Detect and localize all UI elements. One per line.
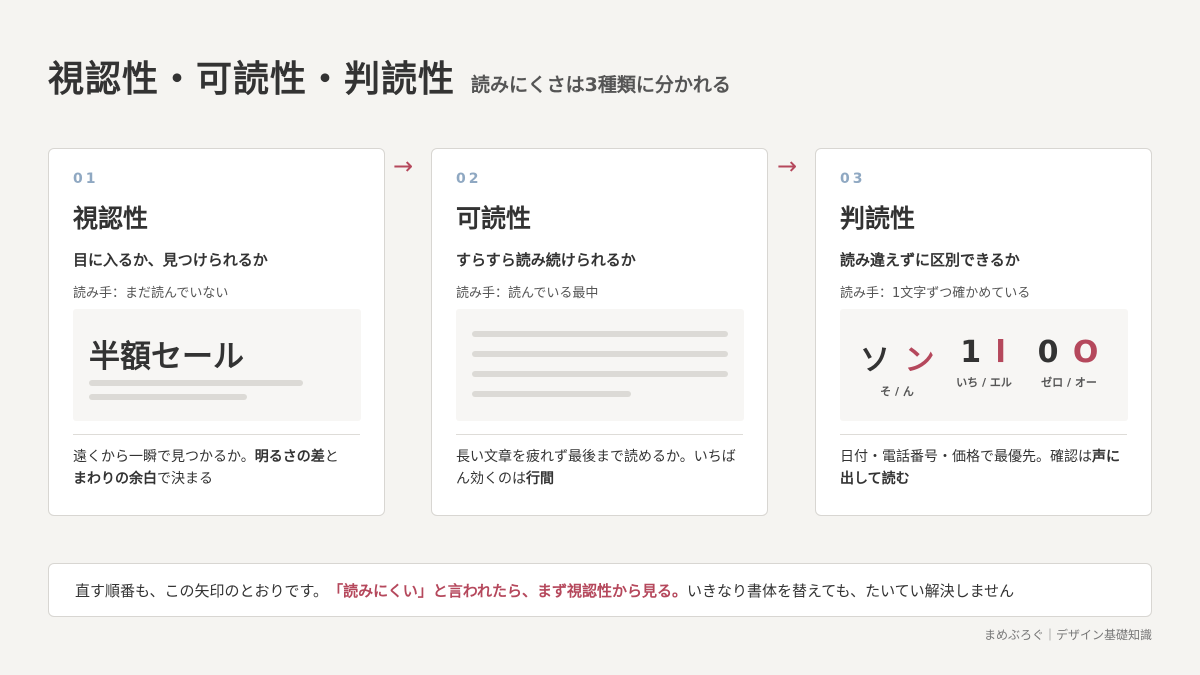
card-description: 長い文章を疲れず最後まで読めるか。いちばん効くのは行間 — [456, 449, 736, 487]
sale-text: 半額セール — [89, 339, 244, 375]
card-tagline: 目に入るか、見つけられるか — [73, 251, 268, 269]
card-description: 日付・電話番号・価格で最優先。確認は声に出して読む — [840, 449, 1120, 487]
card-description: 遠くから一瞬で見つかるか。明るさの差と まわりの余白で決まる — [73, 449, 339, 487]
glyph-pair: 0 O ゼロ / オー — [1037, 335, 1101, 389]
note-post: いきなり書体を替えても、たいてい解決しません — [687, 581, 1015, 600]
text-placeholder-bar — [89, 394, 247, 400]
card-visibility: 01 視認性 目に入るか、見つけられるか 読み手：まだ読んでいない 半額セール … — [48, 148, 385, 516]
card-tagline: 読み違えずに区別できるか — [840, 251, 1020, 269]
card-title: 可読性 — [456, 204, 532, 233]
card-title: 判読性 — [840, 204, 916, 233]
card-reader: 読み手：1文字ずつ確かめている — [840, 286, 1031, 301]
text-line-bar — [472, 391, 631, 397]
page-subtitle: 読みにくさは3種類に分かれる — [471, 74, 731, 96]
text-line-bar — [472, 331, 728, 337]
divider — [73, 434, 360, 435]
card-title: 視認性 — [73, 204, 149, 233]
note-box: 直す順番も、この矢印のとおりです。 「読みにくい」と言われたら、まず視認性から見る… — [48, 563, 1152, 617]
header: 視認性・可読性・判読性 読みにくさは3種類に分かれる — [48, 50, 731, 102]
arrow-right-icon: → — [393, 152, 414, 180]
card-tagline: すらすら読み続けられるか — [456, 251, 636, 269]
note-emphasis: 「読みにくい」と言われたら、まず視認性から見る。 — [328, 581, 688, 600]
text-line-bar — [472, 351, 728, 357]
card-legibility: 03 判読性 読み違えずに区別できるか 読み手：1文字ずつ確かめている ソ ン … — [815, 148, 1152, 516]
page-title: 視認性・可読性・判読性 — [48, 59, 456, 100]
note-pre: 直す順番も、この矢印のとおりです。 — [75, 581, 329, 600]
footer-credit: まめぶろぐ｜デザイン基礎知識 — [983, 628, 1152, 642]
card-reader: 読み手：まだ読んでいない — [73, 286, 229, 301]
glyph-pair: 1 l いち / エル — [956, 335, 1012, 389]
card-number: 01 — [73, 171, 99, 187]
card-reader: 読み手：読んでいる最中 — [456, 286, 599, 301]
card-number: 03 — [840, 171, 866, 187]
divider — [456, 434, 743, 435]
legibility-demo: ソ ン そ / ん 1 l いち / エル 0 O ゼロ / オー — [840, 309, 1128, 421]
divider — [840, 434, 1127, 435]
text-line-bar — [472, 371, 728, 377]
arrow-right-icon: → — [777, 152, 798, 180]
visibility-demo: 半額セール — [73, 309, 361, 421]
text-placeholder-bar — [89, 380, 303, 386]
card-number: 02 — [456, 171, 482, 187]
card-readability: 02 可読性 すらすら読み続けられるか 読み手：読んでいる最中 長い文章を疲れず… — [431, 148, 768, 516]
glyph-pair: ソ ン そ / ん — [860, 343, 937, 398]
readability-demo — [456, 309, 744, 421]
